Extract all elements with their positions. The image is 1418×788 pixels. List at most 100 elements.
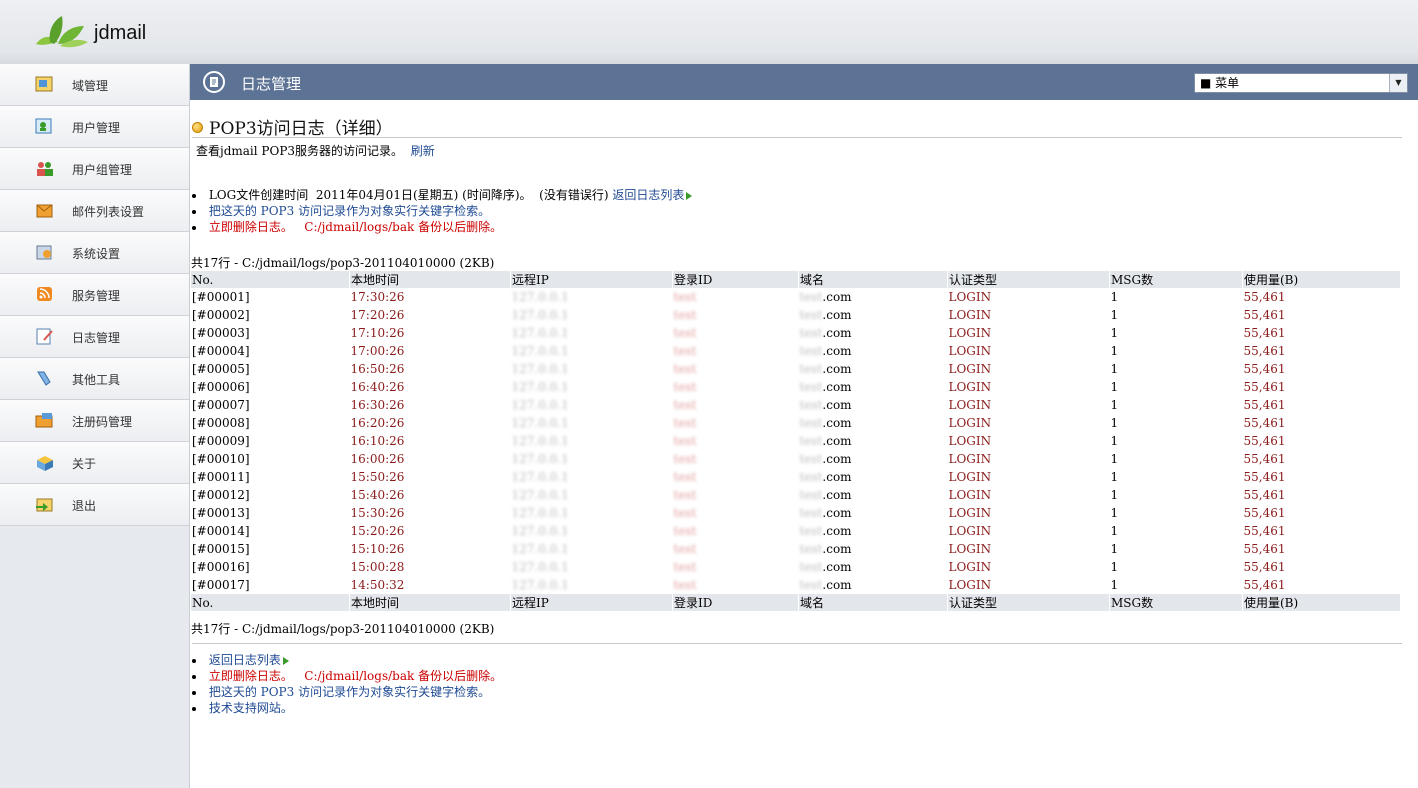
cell-login-id-value: test [673,452,697,466]
top-bar: jdmail [0,0,1418,65]
back-to-log-list-link[interactable]: 返回日志列表 [612,188,684,202]
cell-login-id-value: test [673,344,697,358]
cell-domain-name: test [799,560,823,574]
cell-no: [#00011] [192,470,250,484]
delete-log-link[interactable]: 立即删除日志。 [209,220,293,234]
table-row: [#00014] 15:20:26 127.0.0.1 test test.com LOG… [191,522,1401,540]
cell-time: 16:10:26 [350,434,405,448]
cell-ip-value: 127.0.0.1 [511,542,569,556]
keyword-search-link[interactable]: 把这天的 POP3 访问记录作为对象实行关键字检索。 [209,204,490,218]
sidebar-item-tools[interactable]: 其他工具 [0,358,189,400]
keyword-search-link[interactable]: 把这天的 POP3 访问记录作为对象实行关键字检索。 [209,685,490,699]
cell-ip: 127.0.0.1 [511,342,673,360]
menu-select[interactable]: ■ 菜单 ▼ [1194,73,1408,93]
cell-no: [#00005] [192,362,250,376]
cell-login-id: test [673,576,799,594]
table-row: [#00013] 15:30:26 127.0.0.1 test test.com LOG… [191,504,1401,522]
sidebar-item-log[interactable]: 日志管理 [0,316,189,358]
cell-msg: 1 [1110,290,1119,304]
cell-ip-value: 127.0.0.1 [511,524,569,538]
cell-ip-value: 127.0.0.1 [511,344,569,358]
cell-ip: 127.0.0.1 [511,360,673,378]
table-row: [#00006] 16:40:26 127.0.0.1 test test.com LOG… [191,378,1401,396]
cell-domain-name: test [799,290,823,304]
col-auth: 认证类型 [947,271,1110,288]
table-header-row: No. 本地时间 远程IP 登录ID 域名 认证类型 MSG数 使用量(B) [191,271,1401,288]
error-status: (没有错误行) [539,188,609,202]
cell-ip: 127.0.0.1 [511,504,673,522]
sidebar-item-label: 邮件列表设置 [72,205,145,219]
cell-ip: 127.0.0.1 [511,522,673,540]
cell-domain-tld: .com [822,578,852,592]
cell-msg: 1 [1110,380,1119,394]
cell-ip: 127.0.0.1 [511,306,673,324]
col-usage: 使用量(B) [1242,271,1401,288]
arrow-right-icon [686,191,693,200]
cell-auth: LOGIN [948,470,992,484]
sidebar-item-user[interactable]: 用户管理 [0,106,189,148]
cell-auth: LOGIN [948,524,992,538]
cell-domain-tld: .com [822,470,852,484]
sidebar-item-about[interactable]: 关于 [0,442,189,484]
cell-no: [#00013] [192,506,250,520]
back-to-log-list-link[interactable]: 返回日志列表 [209,653,281,667]
jdmail-logo-icon [36,16,88,48]
table-row: [#00009] 16:10:26 127.0.0.1 test test.com LOG… [191,432,1401,450]
cell-login-id-value: test [673,398,697,412]
cell-domain: test.com [799,306,948,324]
cell-no: [#00010] [192,452,250,466]
sidebar-item-logout[interactable]: 退出 [0,484,189,526]
bullet-dot-icon [192,122,203,133]
sidebar-item-service[interactable]: 服务管理 [0,274,189,316]
sidebar-item-mailinglist[interactable]: 邮件列表设置 [0,190,189,232]
delete-log-link[interactable]: 立即删除日志。 [209,669,293,683]
created-label: LOG文件创建时间 [208,188,309,202]
sidebar-item-label: 系统设置 [72,247,121,261]
cell-usage: 55,461 [1243,398,1286,412]
cell-auth: LOGIN [948,452,992,466]
sidebar-item-settings[interactable]: 系统设置 [0,232,189,274]
cell-domain: test.com [799,324,948,342]
cell-domain-tld: .com [822,398,852,412]
cell-ip: 127.0.0.1 [511,414,673,432]
cell-domain: test.com [799,414,948,432]
sidebar-item-group[interactable]: 用户组管理 [0,148,189,190]
sidebar-item-label: 用户管理 [72,121,121,135]
log-info-line: LOG文件创建时间 2011年04月01日(星期五) (时间降序)。 (没有错误… [192,186,693,203]
delete-note: C:/jdmail/logs/bak 备份以后删除。 [304,220,503,234]
cell-domain-name: test [799,524,823,538]
log-path: - C:/jdmail/logs/pop3-201104010000 (2KB) [230,622,495,636]
cell-login-id: test [673,558,799,576]
cell-login-id-value: test [673,326,697,340]
cell-login-id: test [673,468,799,486]
cell-domain: test.com [799,486,948,504]
sidebar-item-label: 关于 [72,457,97,471]
col-msg: MSG数 [1109,594,1243,611]
cell-domain-tld: .com [822,416,852,430]
cell-login-id-value: test [673,416,697,430]
cell-ip: 127.0.0.1 [511,450,673,468]
cell-login-id-value: test [673,290,697,304]
log-header-icon [203,71,225,93]
sidebar-item-license[interactable]: 注册码管理 [0,400,189,442]
col-login-id: 登录ID [672,594,799,611]
sidebar-item-label: 其他工具 [72,373,121,387]
cell-ip: 127.0.0.1 [511,324,673,342]
cell-ip-value: 127.0.0.1 [511,434,569,448]
cell-msg: 1 [1110,470,1119,484]
support-site-link[interactable]: 技术支持网站。 [209,701,293,715]
cell-auth: LOGIN [948,380,992,394]
row-count-top: 共17行 - C:/jdmail/logs/pop3-201104010000 … [191,254,494,271]
cell-no: [#00008] [192,416,250,430]
cell-ip-value: 127.0.0.1 [511,290,569,304]
cell-login-id: test [673,522,799,540]
sidebar-item-domain[interactable]: 域管理 [0,64,189,106]
refresh-link[interactable]: 刷新 [411,144,435,158]
cell-msg: 1 [1110,542,1119,556]
domain-icon [35,76,53,92]
divider [192,643,1402,644]
cell-domain-name: test [799,578,823,592]
cell-domain-tld: .com [822,362,852,376]
cell-domain-name: test [799,434,823,448]
chevron-down-icon[interactable]: ▼ [1389,74,1407,92]
